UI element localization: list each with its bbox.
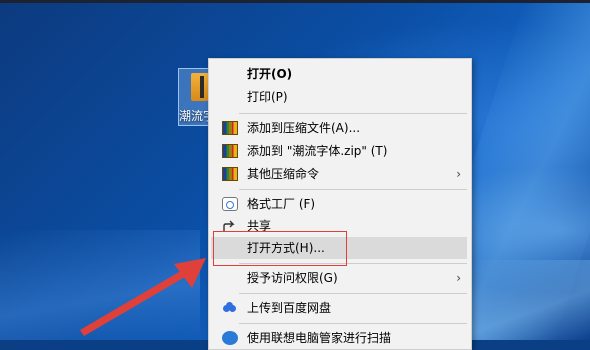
- highlight-box: [213, 231, 347, 266]
- menu-item-label: 使用联想电脑管家进行扫描: [247, 331, 392, 345]
- menu-item-label: 授予访问权限(G): [247, 271, 338, 285]
- baidu-cloud-icon: [222, 301, 238, 315]
- wallpaper-light-beam: [470, 260, 590, 340]
- menu-separator: [239, 189, 467, 190]
- menu-separator: [239, 323, 467, 324]
- menu-item-print[interactable]: 打印(P): [211, 86, 467, 108]
- menu-item-baidu-upload[interactable]: 上传到百度网盘: [211, 297, 467, 319]
- menu-item-label: 其他压缩命令: [247, 167, 320, 181]
- menu-item-label: 添加到 "潮流字体.zip" (T): [247, 144, 388, 158]
- lenovo-scan-icon: [222, 331, 238, 345]
- menu-item-add-to-archive[interactable]: 添加到压缩文件(A)...: [211, 117, 467, 139]
- winrar-icon: [222, 121, 238, 135]
- menu-item-lenovo-scan[interactable]: 使用联想电脑管家进行扫描: [211, 327, 467, 349]
- chevron-right-icon: ›: [456, 167, 461, 181]
- menu-separator: [239, 113, 467, 114]
- menu-item-grant-access[interactable]: 授予访问权限(G) ›: [211, 267, 467, 289]
- menu-item-label: 格式工厂 (F): [247, 197, 316, 211]
- menu-item-label: 打开(O): [247, 67, 293, 81]
- menu-separator: [239, 293, 467, 294]
- window-edge: [0, 0, 590, 3]
- winrar-icon: [222, 167, 238, 181]
- menu-item-label: 添加到压缩文件(A)...: [247, 121, 361, 135]
- winrar-icon: [222, 144, 238, 158]
- menu-item-label: 打印(P): [247, 90, 288, 104]
- wallpaper-light-beam: [0, 230, 200, 340]
- menu-item-label: 上传到百度网盘: [247, 301, 332, 315]
- menu-item-add-to-zip[interactable]: 添加到 "潮流字体.zip" (T): [211, 140, 467, 162]
- menu-item-other-compress[interactable]: 其他压缩命令 ›: [211, 163, 467, 185]
- menu-item-open[interactable]: 打开(O): [211, 63, 467, 85]
- format-factory-icon: [222, 197, 238, 211]
- menu-item-format-factory[interactable]: 格式工厂 (F): [211, 193, 467, 215]
- context-menu: 打开(O) 打印(P) 添加到压缩文件(A)... 添加到 "潮流字体.zip"…: [208, 58, 472, 350]
- chevron-right-icon: ›: [456, 271, 461, 285]
